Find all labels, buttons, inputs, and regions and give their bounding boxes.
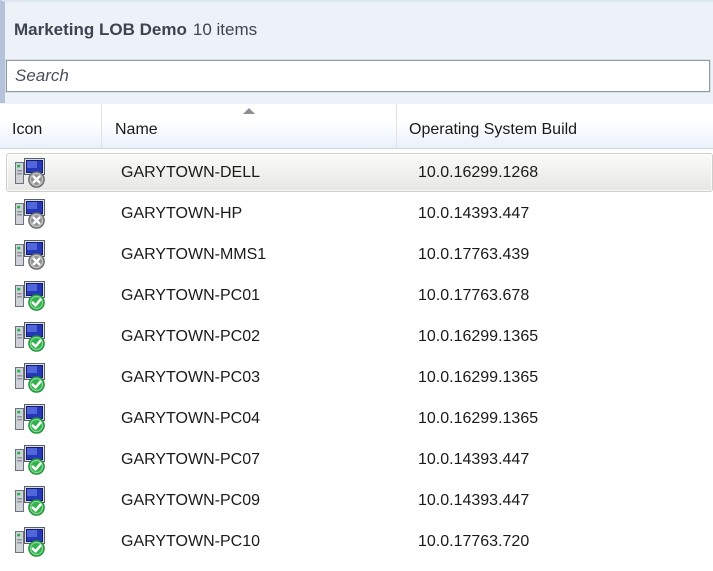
- device-status-active-icon: [14, 404, 46, 434]
- device-status-inactive-icon: [14, 240, 46, 270]
- device-name: GARYTOWN-HP: [102, 205, 397, 223]
- device-status-active-icon: [14, 322, 46, 352]
- column-header-icon[interactable]: Icon: [0, 104, 102, 148]
- device-status-inactive-icon: [14, 158, 46, 188]
- column-header-row: Icon Name Operating System Build: [0, 103, 713, 149]
- device-name: GARYTOWN-PC01: [102, 287, 397, 305]
- column-header-os-build[interactable]: Operating System Build: [397, 104, 713, 148]
- sort-ascending-icon: [243, 108, 255, 114]
- row-icon-cell: [0, 486, 102, 516]
- device-os-build: 10.0.17763.720: [397, 533, 713, 551]
- table-row[interactable]: GARYTOWN-PC07 10.0.14393.447: [0, 439, 713, 480]
- table-row[interactable]: GARYTOWN-PC10 10.0.17763.720: [0, 521, 713, 562]
- device-status-active-icon: [14, 363, 46, 393]
- device-status-active-icon: [14, 527, 46, 557]
- column-header-label: Icon: [12, 121, 42, 139]
- item-count: 10 items: [193, 20, 257, 40]
- device-name: GARYTOWN-PC03: [102, 369, 397, 387]
- device-os-build: 10.0.16299.1268: [397, 164, 713, 182]
- table-row[interactable]: GARYTOWN-MMS1 10.0.17763.439: [0, 234, 713, 275]
- row-icon-cell: [0, 404, 102, 434]
- table-row[interactable]: GARYTOWN-PC03 10.0.16299.1365: [0, 357, 713, 398]
- device-os-build: 10.0.16299.1365: [397, 410, 713, 428]
- device-os-build: 10.0.16299.1365: [397, 369, 713, 387]
- device-os-build: 10.0.14393.447: [397, 205, 713, 223]
- device-name: GARYTOWN-DELL: [102, 164, 397, 182]
- table-row[interactable]: GARYTOWN-PC02 10.0.16299.1365: [0, 316, 713, 357]
- row-icon-cell: [0, 240, 102, 270]
- device-name: GARYTOWN-PC09: [102, 492, 397, 510]
- search-input[interactable]: [6, 60, 710, 92]
- table-row[interactable]: GARYTOWN-HP 10.0.14393.447: [0, 193, 713, 234]
- table-row[interactable]: GARYTOWN-PC09 10.0.14393.447: [0, 480, 713, 521]
- device-status-active-icon: [14, 445, 46, 475]
- table-row[interactable]: GARYTOWN-DELL 10.0.16299.1268: [0, 152, 713, 193]
- row-icon-cell: [0, 158, 102, 188]
- device-os-build: 10.0.17763.439: [397, 246, 713, 264]
- device-name: GARYTOWN-PC04: [102, 410, 397, 428]
- search-bar: [0, 57, 713, 95]
- device-status-active-icon: [14, 281, 46, 311]
- row-icon-cell: [0, 527, 102, 557]
- row-icon-cell: [0, 322, 102, 352]
- device-name: GARYTOWN-PC07: [102, 451, 397, 469]
- chrome-gap: [0, 95, 713, 103]
- page-title: Marketing LOB Demo: [14, 20, 187, 40]
- device-os-build: 10.0.14393.447: [397, 451, 713, 469]
- device-name: GARYTOWN-PC10: [102, 533, 397, 551]
- table-row[interactable]: GARYTOWN-PC04 10.0.16299.1365: [0, 398, 713, 439]
- device-os-build: 10.0.17763.678: [397, 287, 713, 305]
- device-os-build: 10.0.16299.1365: [397, 328, 713, 346]
- table-row[interactable]: GARYTOWN-PC01 10.0.17763.678: [0, 275, 713, 316]
- row-icon-cell: [0, 363, 102, 393]
- device-list-pane: Marketing LOB Demo 10 items Icon Name Op…: [0, 0, 713, 571]
- device-os-build: 10.0.14393.447: [397, 492, 713, 510]
- row-icon-cell: [0, 281, 102, 311]
- device-list: GARYTOWN-DELL 10.0.16299.1268: [0, 149, 713, 562]
- device-name: GARYTOWN-MMS1: [102, 246, 397, 264]
- row-icon-cell: [0, 445, 102, 475]
- column-header-label: Operating System Build: [409, 121, 577, 139]
- column-header-label: Name: [115, 121, 158, 139]
- device-status-active-icon: [14, 486, 46, 516]
- device-status-inactive-icon: [14, 199, 46, 229]
- row-icon-cell: [0, 199, 102, 229]
- column-header-name[interactable]: Name: [102, 104, 397, 148]
- device-name: GARYTOWN-PC02: [102, 328, 397, 346]
- list-title-bar: Marketing LOB Demo 10 items: [0, 0, 713, 57]
